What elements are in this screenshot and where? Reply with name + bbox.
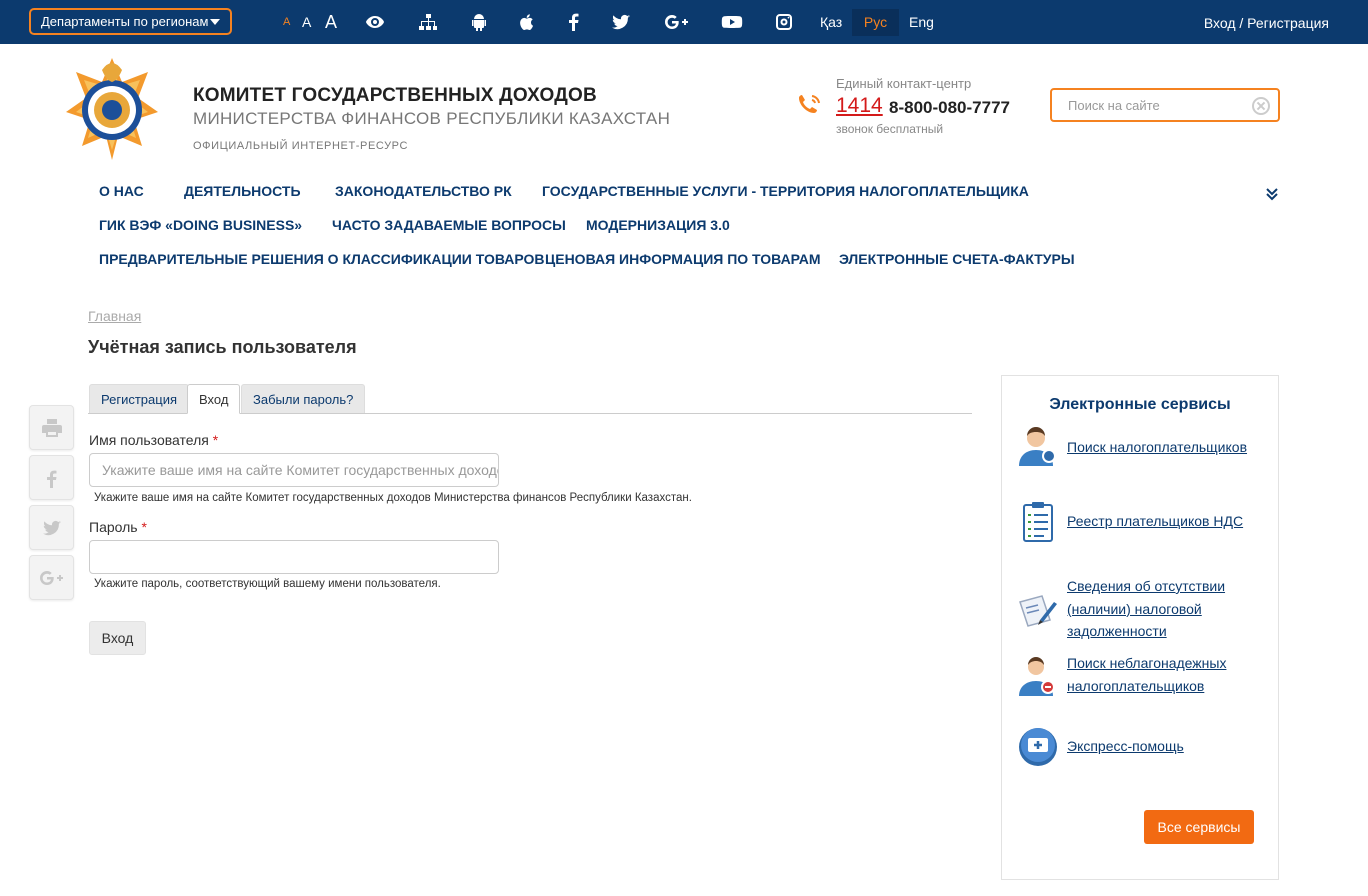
facebook-icon[interactable] <box>564 12 584 32</box>
contact-center-label: Единый контакт-центр <box>836 76 972 91</box>
required-mark: * <box>212 432 219 448</box>
tax-debt-info-icon <box>1016 588 1060 632</box>
org-title: КОМИТЕТ ГОСУДАРСТВЕННЫХ ДОХОДОВ <box>193 85 597 106</box>
nav-item-faq[interactable]: Часто задаваемые вопросы <box>332 217 566 233</box>
google-plus-icon <box>40 571 63 585</box>
share-twitter-button[interactable] <box>29 505 74 550</box>
twitter-icon[interactable] <box>611 12 631 32</box>
double-chevron-down-icon[interactable] <box>1265 186 1279 202</box>
e-services-panel: Электронные сервисы Поиск налогоплательщ… <box>1001 375 1279 880</box>
language-kz[interactable]: Қаз <box>814 9 848 36</box>
username-label-text: Имя пользователя <box>89 432 209 448</box>
all-services-button[interactable]: Все сервисы <box>1144 810 1254 844</box>
username-description: Укажите ваше имя на сайте Комитет госуда… <box>94 492 692 504</box>
google-plus-icon[interactable] <box>664 12 690 32</box>
tab-registration[interactable]: Регистрация <box>89 384 189 413</box>
unreliable-taxpayers-icon <box>1016 654 1060 698</box>
search-box <box>1050 88 1280 122</box>
vat-registry-icon <box>1016 499 1060 543</box>
password-label: Пароль * <box>89 519 147 535</box>
apple-icon[interactable] <box>517 12 537 32</box>
twitter-icon <box>43 520 61 536</box>
login-register-link[interactable]: Вход / Регистрация <box>1204 0 1329 44</box>
page-title: Учётная запись пользователя <box>88 337 357 357</box>
youtube-icon[interactable] <box>721 12 743 32</box>
logo[interactable] <box>64 54 160 164</box>
language-en[interactable]: Eng <box>903 9 940 36</box>
font-size-small-button[interactable]: A <box>283 0 290 44</box>
print-button[interactable] <box>29 405 74 450</box>
org-subtitle: МИНИСТЕРСТВА ФИНАНСОВ РЕСПУБЛИКИ КАЗАХСТ… <box>193 109 671 128</box>
express-help-icon <box>1016 725 1060 769</box>
android-icon[interactable] <box>469 12 489 32</box>
username-label: Имя пользователя * <box>89 432 218 448</box>
service-taxpayer-search[interactable]: Поиск налогоплательщиков <box>1067 436 1262 459</box>
nav-item-classification[interactable]: Предварительные решения о классификации … <box>99 251 545 267</box>
search-input[interactable] <box>1054 92 1244 118</box>
official-resource-label: ОФИЦИАЛЬНЫЙ ИНТЕРНЕТ-РЕСУРС <box>193 140 409 152</box>
share-facebook-button[interactable] <box>29 455 74 500</box>
breadcrumb-home[interactable]: Главная <box>88 308 141 324</box>
nav-item-activity[interactable]: Деятельность <box>184 183 301 199</box>
phone-icon <box>795 92 825 120</box>
departments-dropdown-label: Департаменты по регионам <box>41 14 209 29</box>
nav-item-price-info[interactable]: Ценовая информация по товарам <box>545 251 821 267</box>
service-express-help[interactable]: Экспресс-помощь <box>1067 735 1262 758</box>
instagram-icon[interactable] <box>774 12 794 32</box>
required-mark: * <box>141 519 147 535</box>
nav-item-doing-business[interactable]: ГИК ВЭФ «Doing Business» <box>99 217 302 233</box>
departments-dropdown[interactable]: Департаменты по регионам <box>29 8 232 35</box>
font-size-large-button[interactable]: A <box>325 0 337 44</box>
tab-forgot-password[interactable]: Забыли пароль? <box>241 384 366 413</box>
nav-item-legislation[interactable]: Законодательство РК <box>335 183 512 199</box>
share-google-plus-button[interactable] <box>29 555 74 600</box>
caret-down-icon <box>210 19 220 25</box>
password-input[interactable] <box>89 540 499 574</box>
login-submit-button[interactable]: Вход <box>89 621 146 655</box>
contact-free-note: звонок бесплатный <box>836 122 944 136</box>
e-services-title: Электронные сервисы <box>1049 396 1231 413</box>
password-label-text: Пароль <box>89 519 138 535</box>
font-size-medium-button[interactable]: A <box>302 0 311 44</box>
nav-item-about[interactable]: О нас <box>99 183 144 199</box>
service-tax-debt-info[interactable]: Сведения об отсутствии (наличии) налогов… <box>1067 575 1262 643</box>
nav-item-public-services[interactable]: Государственные услуги - территория нало… <box>542 183 1029 199</box>
account-tabs: Регистрация Вход Забыли пароль? <box>88 384 972 414</box>
service-unreliable-taxpayers[interactable]: Поиск неблагонадежных налогоплательщиков <box>1067 652 1262 697</box>
print-icon <box>42 419 62 437</box>
clear-search-icon[interactable] <box>1252 97 1270 115</box>
nav-item-e-invoices[interactable]: Электронные счета-фактуры <box>839 251 1075 267</box>
taxpayer-search-icon <box>1016 424 1060 468</box>
service-vat-registry[interactable]: Реестр плательщиков НДС <box>1067 510 1262 533</box>
eye-icon[interactable] <box>365 12 385 32</box>
sitemap-icon[interactable] <box>418 12 438 32</box>
language-ru[interactable]: Рус <box>852 9 899 36</box>
contact-long-number: 8-800-080-7777 <box>889 98 1010 117</box>
password-description: Укажите пароль, соответствующий вашему и… <box>94 578 441 590</box>
contact-short-number[interactable]: 1414 <box>836 94 883 118</box>
username-input[interactable] <box>89 453 499 487</box>
nav-item-modernization[interactable]: Модернизация 3.0 <box>586 217 730 233</box>
top-bar: Департаменты по регионам A A A Қаз Рус E… <box>0 0 1368 44</box>
facebook-icon <box>47 470 57 488</box>
tab-login[interactable]: Вход <box>187 384 241 414</box>
